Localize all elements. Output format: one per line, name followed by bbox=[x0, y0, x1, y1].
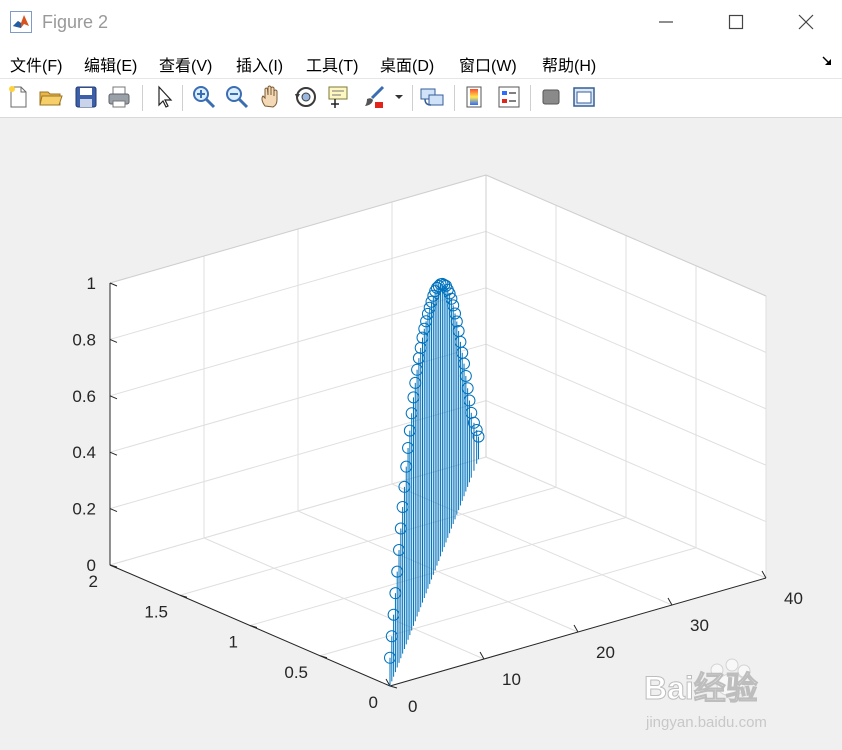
z-tick-label: 0.6 bbox=[72, 387, 96, 406]
stem3-chart[interactable]: 00.511.5201020304000.20.40.60.81 bbox=[0, 0, 842, 750]
x-tick-mark bbox=[389, 685, 398, 689]
watermark-url: jingyan.baidu.com bbox=[645, 714, 767, 731]
x-tick-label: 0.5 bbox=[284, 663, 308, 682]
y-tick-label: 30 bbox=[690, 616, 709, 635]
x-tick-label: 0 bbox=[369, 693, 378, 712]
x-tick-label: 1 bbox=[229, 633, 238, 652]
z-tick-label: 0.4 bbox=[72, 443, 96, 462]
z-tick-label: 0.2 bbox=[72, 500, 96, 519]
y-tick-label: 0 bbox=[408, 697, 417, 716]
z-tick-label: 1 bbox=[87, 274, 96, 293]
z-tick-label: 0.8 bbox=[72, 330, 96, 349]
y-tick-label: 20 bbox=[596, 643, 615, 662]
z-tick-label: 0 bbox=[87, 556, 96, 575]
x-tick-label: 1.5 bbox=[144, 602, 168, 621]
watermark-brand: Bai经验 bbox=[644, 670, 758, 706]
y-tick-label: 10 bbox=[502, 670, 521, 689]
baidu-watermark: Bai经验 jingyan.baidu.com bbox=[644, 658, 767, 731]
y-tick-label: 40 bbox=[784, 589, 803, 608]
